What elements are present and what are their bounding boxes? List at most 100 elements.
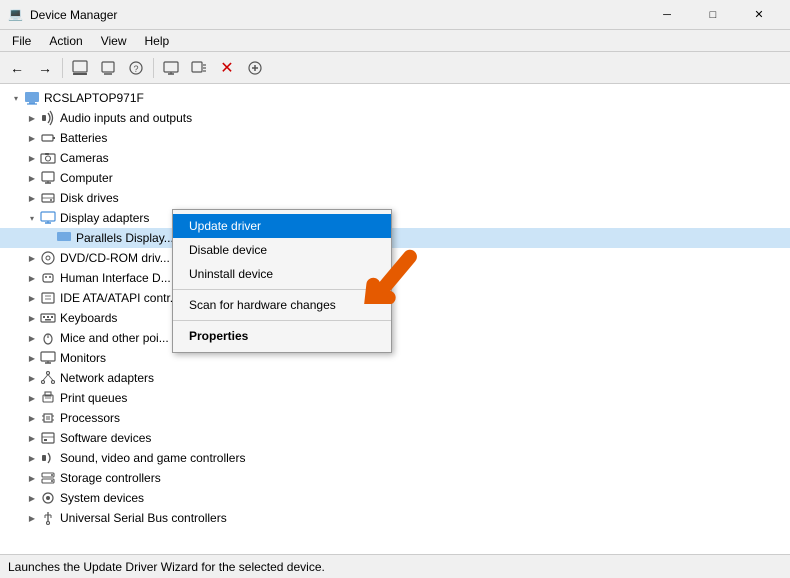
menu-help[interactable]: Help	[137, 32, 178, 50]
tree-ide-label: IDE ATA/ATAPI contr...	[60, 291, 180, 305]
minimize-button[interactable]: ─	[644, 0, 690, 30]
tree-storage-label: Storage controllers	[60, 471, 161, 485]
tree-item-audio[interactable]: ▶ Audio inputs and outputs	[0, 108, 790, 128]
toolbar-update-driver[interactable]	[95, 55, 121, 81]
tree-expand-audio[interactable]: ▶	[24, 110, 40, 126]
title-bar-controls: ─ □ ✕	[644, 0, 782, 30]
tree-item-monitors[interactable]: ▶ Monitors	[0, 348, 790, 368]
tree-expand-network[interactable]: ▶	[24, 370, 40, 386]
tree-expand-keyboards[interactable]: ▶	[24, 310, 40, 326]
title-bar: 💻 Device Manager ─ □ ✕	[0, 0, 790, 30]
tree-expand-computer[interactable]: ▶	[24, 170, 40, 186]
ctx-disable-label: Disable device	[189, 243, 267, 257]
ctx-update-driver[interactable]: Update driver	[173, 214, 391, 238]
mice-icon	[40, 330, 56, 346]
tree-item-dvd[interactable]: ▶ DVD/CD-ROM driv...	[0, 248, 790, 268]
menu-view[interactable]: View	[93, 32, 135, 50]
tree-item-batteries[interactable]: ▶ Batteries	[0, 128, 790, 148]
tree-dvd-label: DVD/CD-ROM driv...	[60, 251, 170, 265]
tree-sound-label: Sound, video and game controllers	[60, 451, 245, 465]
audio-icon	[40, 110, 56, 126]
tree-item-computer[interactable]: ▶ Computer	[0, 168, 790, 188]
tree-expand-processors[interactable]: ▶	[24, 410, 40, 426]
tree-system-label: System devices	[60, 491, 144, 505]
tree-disk-label: Disk drives	[60, 191, 119, 205]
tree-expand-dvd[interactable]: ▶	[24, 250, 40, 266]
tree-expand-monitors[interactable]: ▶	[24, 350, 40, 366]
tree-expand-root[interactable]: ▾	[8, 90, 24, 106]
svg-text:?: ?	[133, 64, 138, 74]
main-area: PC .com ▾ RCSLAPTOP971F ▶ Audio inputs a…	[0, 84, 790, 554]
tree-computer-label: Computer	[60, 171, 113, 185]
tree-item-parallels[interactable]: Parallels Display...	[0, 228, 790, 248]
tree-expand-mice[interactable]: ▶	[24, 330, 40, 346]
tree-expand-sound[interactable]: ▶	[24, 450, 40, 466]
tree-item-cameras[interactable]: ▶ Cameras	[0, 148, 790, 168]
tree-expand-ide[interactable]: ▶	[24, 290, 40, 306]
context-menu: Update driver Disable device Uninstall d…	[172, 209, 392, 353]
toolbar-remove[interactable]: ✕	[214, 55, 240, 81]
tree-expand-software[interactable]: ▶	[24, 430, 40, 446]
dvd-icon	[40, 250, 56, 266]
tree-item-software[interactable]: ▶ Software devices	[0, 428, 790, 448]
close-button[interactable]: ✕	[736, 0, 782, 30]
tree-expand-disk[interactable]: ▶	[24, 190, 40, 206]
network-icon	[40, 370, 56, 386]
toolbar-help[interactable]: ?	[123, 55, 149, 81]
tree-item-keyboards[interactable]: ▶ Keyboards	[0, 308, 790, 328]
tree-item-usb[interactable]: ▶ Universal Serial Bus controllers	[0, 508, 790, 528]
tree-expand-usb[interactable]: ▶	[24, 510, 40, 526]
tree-processors-label: Processors	[60, 411, 120, 425]
toolbar-display[interactable]	[158, 55, 184, 81]
toolbar-add[interactable]	[242, 55, 268, 81]
tree-item-print[interactable]: ▶ Print queues	[0, 388, 790, 408]
tree-expand-cameras[interactable]: ▶	[24, 150, 40, 166]
tree-expand-hid[interactable]: ▶	[24, 270, 40, 286]
tree-expand-display[interactable]: ▾	[24, 210, 40, 226]
menu-file[interactable]: File	[4, 32, 39, 50]
toolbar-scan[interactable]	[186, 55, 212, 81]
tree-item-hid[interactable]: ▶ Human Interface D...	[0, 268, 790, 288]
toolbar-forward[interactable]: →	[32, 55, 58, 81]
tree-keyboards-label: Keyboards	[60, 311, 117, 325]
ctx-scan-hardware[interactable]: Scan for hardware changes	[173, 293, 391, 317]
tree-item-storage[interactable]: ▶ Storage controllers	[0, 468, 790, 488]
status-bar: Launches the Update Driver Wizard for th…	[0, 554, 790, 578]
tree-batteries-label: Batteries	[60, 131, 107, 145]
computer-device-icon	[40, 170, 56, 186]
toolbar-back[interactable]: ←	[4, 55, 30, 81]
ctx-properties[interactable]: Properties	[173, 324, 391, 348]
tree-root[interactable]: ▾ RCSLAPTOP971F	[0, 88, 790, 108]
toolbar-properties[interactable]	[67, 55, 93, 81]
menu-action[interactable]: Action	[41, 32, 90, 50]
tree-expand-system[interactable]: ▶	[24, 490, 40, 506]
tree-item-processors[interactable]: ▶ Processors	[0, 408, 790, 428]
tree-item-sound[interactable]: ▶ Sound, video and game controllers	[0, 448, 790, 468]
tree-root-label: RCSLAPTOP971F	[44, 91, 144, 105]
ctx-uninstall-device[interactable]: Uninstall device	[173, 262, 391, 286]
tree-expand-storage[interactable]: ▶	[24, 470, 40, 486]
ctx-scan-label: Scan for hardware changes	[189, 298, 336, 312]
ctx-separator-1	[173, 289, 391, 290]
tree-item-disk[interactable]: ▶ Disk drives	[0, 188, 790, 208]
tree-item-mice[interactable]: ▶ Mice and other poi...	[0, 328, 790, 348]
tree-item-system[interactable]: ▶ System devices	[0, 488, 790, 508]
maximize-button[interactable]: □	[690, 0, 736, 30]
tree-usb-label: Universal Serial Bus controllers	[60, 511, 227, 525]
tree-item-display[interactable]: ▾ Display adapters	[0, 208, 790, 228]
parallels-icon	[56, 230, 72, 246]
monitors-icon	[40, 350, 56, 366]
ctx-disable-device[interactable]: Disable device	[173, 238, 391, 262]
tree-expand-print[interactable]: ▶	[24, 390, 40, 406]
tree-hid-label: Human Interface D...	[60, 271, 171, 285]
tree-item-ide[interactable]: ▶ IDE ATA/ATAPI contr...	[0, 288, 790, 308]
storage-icon	[40, 470, 56, 486]
tree-item-network[interactable]: ▶ Network adapters	[0, 368, 790, 388]
tree-expand-batteries[interactable]: ▶	[24, 130, 40, 146]
ctx-properties-label: Properties	[189, 329, 248, 343]
ctx-update-driver-label: Update driver	[189, 219, 261, 233]
status-text: Launches the Update Driver Wizard for th…	[8, 560, 325, 574]
tree-view[interactable]: ▾ RCSLAPTOP971F ▶ Audio inputs and outpu…	[0, 84, 790, 554]
tree-monitors-label: Monitors	[60, 351, 106, 365]
computer-icon	[24, 90, 40, 106]
